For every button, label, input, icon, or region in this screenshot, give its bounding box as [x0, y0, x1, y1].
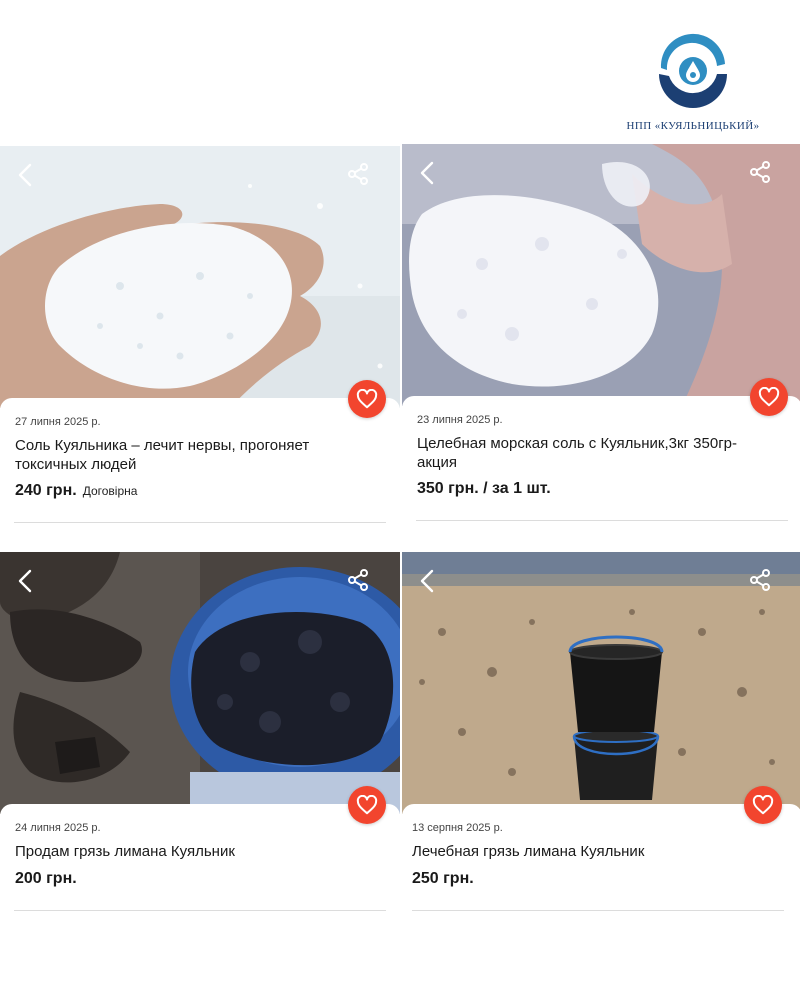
listing-info: 24 липня 2025 р. Продам грязь лимана Куя…: [0, 804, 400, 934]
chevron-left-icon: [18, 569, 32, 593]
share-button[interactable]: [748, 568, 772, 592]
listing-photo[interactable]: [0, 552, 400, 814]
heart-icon: [752, 795, 774, 815]
listing-info: 13 серпня 2025 р. Лечебная грязь лимана …: [402, 804, 800, 934]
listing-date: 23 липня 2025 р.: [417, 414, 503, 426]
logo-text: НПП «КУЯЛЬНИЦЬКИЙ»: [626, 120, 760, 132]
listing-card[interactable]: 27 липня 2025 р. Соль Куяльника – лечит …: [0, 146, 400, 528]
price-row: 200 грн.: [15, 870, 77, 888]
listing-info: 27 липня 2025 р. Соль Куяльника – лечит …: [0, 398, 400, 528]
divider: [416, 520, 788, 521]
back-button[interactable]: [14, 162, 38, 188]
price-row: 250 грн.: [412, 870, 474, 888]
listing-title[interactable]: Целебная морская соль с Куяльник,3кг 350…: [417, 434, 757, 472]
listing-date: 27 липня 2025 р.: [15, 416, 101, 428]
divider: [412, 910, 784, 911]
listing-photo[interactable]: [402, 552, 800, 814]
chevron-left-icon: [18, 163, 32, 187]
listing-card[interactable]: 24 липня 2025 р. Продам грязь лимана Куя…: [0, 552, 400, 934]
share-icon: [750, 569, 770, 591]
listing-price: 200 грн.: [15, 870, 77, 887]
listing-date: 24 липня 2025 р.: [15, 822, 101, 834]
listing-price: 250 грн.: [412, 870, 474, 887]
heart-icon: [356, 389, 378, 409]
share-icon: [348, 569, 368, 591]
listing-price: 350 грн. / за 1 шт.: [417, 480, 551, 497]
negotiable-label: Договірна: [82, 484, 138, 498]
back-button[interactable]: [416, 568, 440, 594]
back-button[interactable]: [416, 160, 440, 186]
listing-card[interactable]: 13 серпня 2025 р. Лечебная грязь лимана …: [402, 552, 800, 934]
listing-card[interactable]: 23 липня 2025 р. Целебная морская соль с…: [402, 144, 800, 526]
listing-info: 23 липня 2025 р. Целебная морская соль с…: [402, 396, 800, 526]
share-button[interactable]: [346, 162, 370, 186]
brand-logo: НПП «КУЯЛЬНИЦЬКИЙ»: [618, 28, 768, 138]
chevron-left-icon: [420, 569, 434, 593]
heart-icon: [356, 795, 378, 815]
share-icon: [750, 161, 770, 183]
listing-photo[interactable]: [0, 146, 400, 408]
divider: [14, 522, 386, 523]
favorite-button[interactable]: [750, 378, 788, 416]
share-button[interactable]: [346, 568, 370, 592]
back-button[interactable]: [14, 568, 38, 594]
chevron-left-icon: [420, 161, 434, 185]
listing-photo[interactable]: [402, 144, 800, 406]
listing-price: 240 грн.: [15, 482, 77, 499]
listing-title[interactable]: Продам грязь лимана Куяльник: [15, 842, 355, 861]
share-icon: [348, 163, 368, 185]
divider: [14, 910, 386, 911]
heart-icon: [758, 387, 780, 407]
listing-date: 13 серпня 2025 р.: [412, 822, 503, 834]
listing-title[interactable]: Лечебная грязь лимана Куяльник: [412, 842, 752, 861]
favorite-button[interactable]: [348, 786, 386, 824]
logo-emblem: [659, 33, 727, 108]
price-row: 240 грн. Договірна: [15, 482, 137, 500]
favorite-button[interactable]: [348, 380, 386, 418]
listing-title[interactable]: Соль Куяльника – лечит нервы, прогоняет …: [15, 436, 355, 474]
price-row: 350 грн. / за 1 шт.: [417, 480, 551, 498]
favorite-button[interactable]: [744, 786, 782, 824]
share-button[interactable]: [748, 160, 772, 184]
